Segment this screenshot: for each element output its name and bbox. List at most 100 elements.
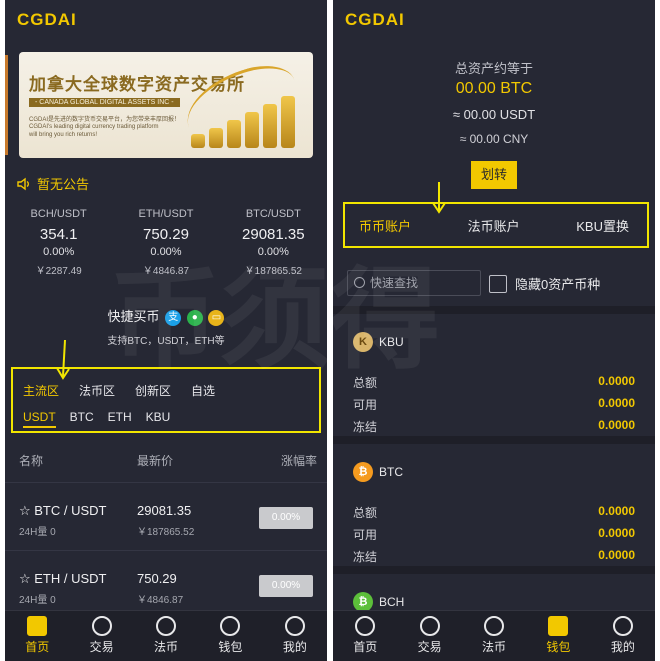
tab-eth[interactable]: ETH <box>108 410 132 428</box>
ticker-change: 0.00% <box>43 246 75 258</box>
frozen-label: 冻结 <box>353 420 378 434</box>
asset-frozen-row: 冻结 0.0000 <box>353 418 635 435</box>
tab-trade[interactable]: 交易 <box>69 611 133 661</box>
tab-wallet[interactable]: 钱包 <box>198 611 262 661</box>
tab-me-label: 我的 <box>610 640 635 654</box>
btc-coin-icon: ₿ <box>353 462 373 482</box>
announcement-text: 暂无公告 <box>37 177 90 192</box>
checkbox[interactable] <box>489 274 507 293</box>
avail-value: 0.0000 <box>598 526 635 540</box>
tab-fiat[interactable]: 法币 <box>462 611 526 661</box>
asset-total-row: 总额 0.0000 <box>353 504 635 521</box>
tab-wallet-label: 钱包 <box>546 640 571 654</box>
banner-line-2: CGDAI's leading digital currency trading… <box>29 124 159 130</box>
total-assets-label: 总资产约等于 <box>454 61 533 76</box>
frozen-value: 0.0000 <box>598 548 635 562</box>
ticker-item[interactable]: BCH/USDT 354.1 0.00% ￥2287.49 <box>5 200 112 290</box>
coin-stacks-icon <box>187 93 297 148</box>
col-latest: 最新价 <box>137 454 174 468</box>
col-name: 名称 <box>19 454 44 468</box>
avail-label: 可用 <box>353 528 378 542</box>
tab-fiat-label: 法币 <box>154 640 179 654</box>
tab-wallet-label: 钱包 <box>218 640 243 654</box>
transfer-button[interactable]: 划转 <box>471 161 517 189</box>
total-btc: 00.00 BTC <box>455 80 533 97</box>
row-volume: 24H量 0 <box>19 595 56 606</box>
row-cny: ￥187865.52 <box>137 527 195 538</box>
frozen-label: 冻结 <box>353 550 378 564</box>
tab-mainstream[interactable]: 主流区 <box>23 382 59 399</box>
tab-home-label: 首页 <box>25 640 50 654</box>
total-label: 总额 <box>353 506 378 520</box>
banner-subtitle: - CANADA GLOBAL DIGITAL ASSETS INC - <box>29 98 180 107</box>
asset-card-btc[interactable]: ₿ BTC 总额 0.0000 可用 0.0000 冻结 0.0000 <box>333 436 655 574</box>
tab-trade[interactable]: 交易 <box>397 611 461 661</box>
tab-kbu[interactable]: KBU <box>146 410 171 428</box>
ticker-cny: ￥2287.49 <box>35 266 82 277</box>
banner-line-1: CGDAI是先进的数字货币交易平台，为您带来丰厚回报！ <box>29 117 181 123</box>
hide-zero-toggle[interactable]: 隐藏0资产币种 <box>489 274 600 293</box>
bch-coin-icon: ₿ <box>353 592 373 612</box>
total-value: 0.0000 <box>598 374 635 388</box>
trade-icon <box>419 616 440 636</box>
ticker-price: 354.1 <box>39 226 78 243</box>
banner-edge-accent <box>5 55 8 155</box>
asset-frozen-row: 冻结 0.0000 <box>353 548 635 565</box>
tab-me-label: 我的 <box>282 640 307 654</box>
fiat-icon <box>156 616 177 636</box>
table-row[interactable]: ☆ ETH / USDT 24H量 0 750.29 ￥4846.87 0.00… <box>5 550 327 619</box>
row-cny: ￥4846.87 <box>137 595 184 606</box>
fiat-icon <box>484 616 505 636</box>
avail-label: 可用 <box>353 398 378 412</box>
asset-coin: BTC <box>379 465 403 479</box>
frozen-value: 0.0000 <box>598 418 635 432</box>
row-change-badge: 0.00% <box>259 575 313 597</box>
ticker-pair: ETH/USDT <box>138 208 194 220</box>
announcement-bar[interactable]: 暂无公告 <box>17 174 89 193</box>
tab-home[interactable]: 首页 <box>333 611 397 661</box>
tab-fiat[interactable]: 法币 <box>134 611 198 661</box>
tab-me[interactable]: 我的 <box>263 611 327 661</box>
tab-home-label: 首页 <box>353 640 378 654</box>
tab-trade-label: 交易 <box>89 640 114 654</box>
app-logo: CGDAI <box>345 10 405 29</box>
tab-trade-label: 交易 <box>417 640 442 654</box>
user-icon <box>284 616 305 636</box>
tab-usdt[interactable]: USDT <box>23 410 56 428</box>
asset-avail-row: 可用 0.0000 <box>353 396 635 413</box>
hide-zero-label: 隐藏0资产币种 <box>515 277 601 292</box>
wallet-icon <box>220 616 241 636</box>
row-volume: 24H量 0 <box>19 527 56 538</box>
user-icon <box>612 616 633 636</box>
col-change: 涨幅率 <box>280 454 317 468</box>
row-price: 29081.35 <box>137 503 192 518</box>
avail-value: 0.0000 <box>598 396 635 410</box>
tab-me[interactable]: 我的 <box>591 611 655 661</box>
table-row[interactable]: ☆ BTC / USDT 24H量 0 29081.35 ￥187865.52 … <box>5 482 327 551</box>
asset-coin: BCH <box>379 595 405 609</box>
app-logo: CGDAI <box>17 10 77 29</box>
bottom-tabbar: 首页 交易 法币 钱包 我的 <box>5 610 327 661</box>
speaker-icon <box>17 177 29 190</box>
row-pair: ☆ BTC / USDT <box>19 503 107 518</box>
row-price: 750.29 <box>137 571 177 586</box>
bottom-tabbar: 首页 交易 法币 钱包 我的 <box>333 610 655 661</box>
tab-fiat-account[interactable]: 法币账户 <box>468 216 520 235</box>
home-icon <box>355 616 376 636</box>
quote-coin-tabs: USDT BTC ETH KBU <box>23 410 170 428</box>
promo-banner[interactable]: 加拿大全球数字资产交易所 - CANADA GLOBAL DIGITAL ASS… <box>19 52 313 158</box>
banner-line-3: will bring you rich returns! <box>29 132 98 138</box>
row-change-badge: 0.00% <box>259 507 313 529</box>
row-pair: ☆ ETH / USDT <box>19 571 107 586</box>
trade-icon <box>91 616 112 636</box>
tab-btc[interactable]: BTC <box>70 410 94 428</box>
total-value: 0.0000 <box>598 504 635 518</box>
tab-home[interactable]: 首页 <box>5 611 69 661</box>
ticker-pair: BCH/USDT <box>30 208 87 220</box>
asset-avail-row: 可用 0.0000 <box>353 526 635 543</box>
wallet-icon <box>548 616 569 636</box>
tab-wallet[interactable]: 钱包 <box>526 611 590 661</box>
tab-fiat-label: 法币 <box>482 640 507 654</box>
home-icon <box>27 616 48 636</box>
tab-kbu-swap[interactable]: KBU置换 <box>576 216 629 235</box>
